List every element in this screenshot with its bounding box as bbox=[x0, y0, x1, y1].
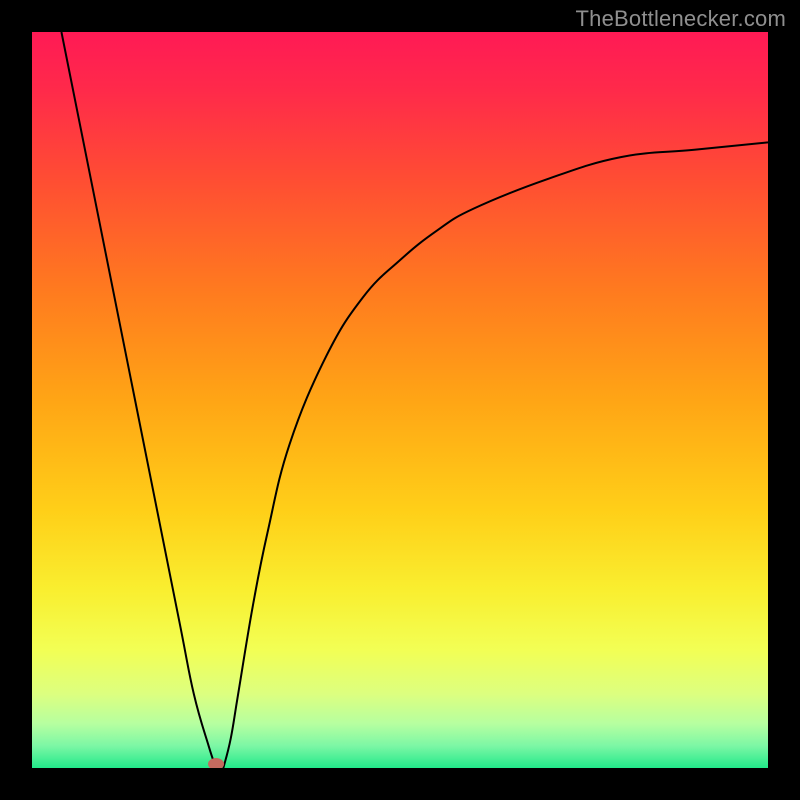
plot-area bbox=[32, 32, 768, 768]
watermark-text: TheBottlenecker.com bbox=[576, 6, 786, 32]
optimal-point-marker bbox=[208, 758, 224, 768]
bottleneck-curve bbox=[61, 32, 768, 768]
curve-layer bbox=[32, 32, 768, 768]
chart-stage: TheBottlenecker.com bbox=[0, 0, 800, 800]
